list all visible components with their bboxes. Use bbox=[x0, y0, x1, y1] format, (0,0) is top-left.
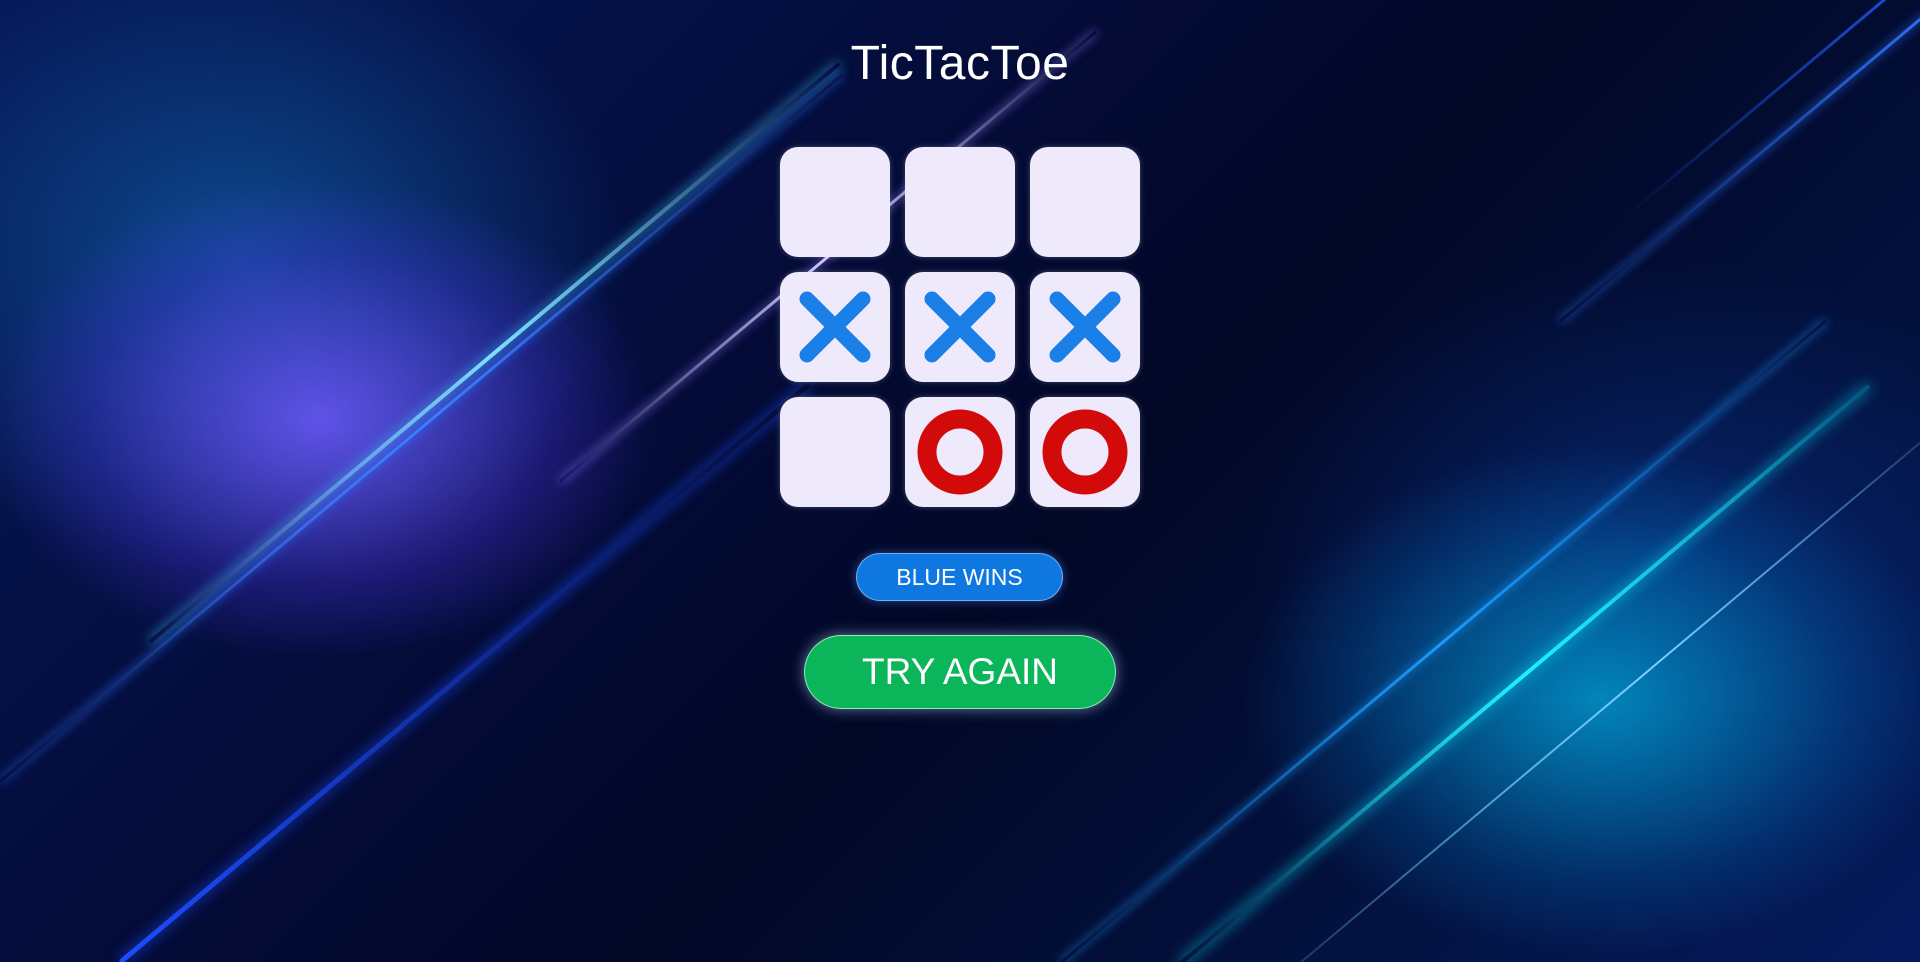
board-cell-r1-c1[interactable] bbox=[780, 147, 890, 257]
light-streak bbox=[1299, 383, 1920, 962]
light-streak bbox=[0, 73, 844, 783]
board-cell-r1-c3[interactable] bbox=[1030, 147, 1140, 257]
board-cell-r3-c2[interactable] bbox=[905, 397, 1015, 507]
board-cell-r3-c1[interactable] bbox=[780, 397, 890, 507]
x-mark-icon bbox=[924, 291, 996, 363]
board-cell-r2-c1[interactable] bbox=[780, 272, 890, 382]
light-streak bbox=[118, 382, 812, 962]
light-streak bbox=[148, 61, 841, 644]
o-mark-icon bbox=[1042, 409, 1128, 495]
board-cell-r1-c2[interactable] bbox=[905, 147, 1015, 257]
page-title: TicTacToe bbox=[850, 37, 1070, 90]
status-badge: BLUE WINS bbox=[856, 553, 1063, 601]
light-streak bbox=[1059, 319, 1828, 962]
board-cell-r3-c3[interactable] bbox=[1030, 397, 1140, 507]
x-mark-icon bbox=[799, 291, 871, 363]
light-streak bbox=[1178, 383, 1871, 962]
try-again-button[interactable]: TRY AGAIN bbox=[804, 635, 1116, 709]
board-cell-r2-c3[interactable] bbox=[1030, 272, 1140, 382]
game-board bbox=[780, 147, 1140, 507]
light-streak bbox=[1619, 0, 1920, 223]
o-mark-icon bbox=[917, 409, 1003, 495]
x-mark-icon bbox=[1049, 291, 1121, 363]
board-cell-r2-c2[interactable] bbox=[905, 272, 1015, 382]
